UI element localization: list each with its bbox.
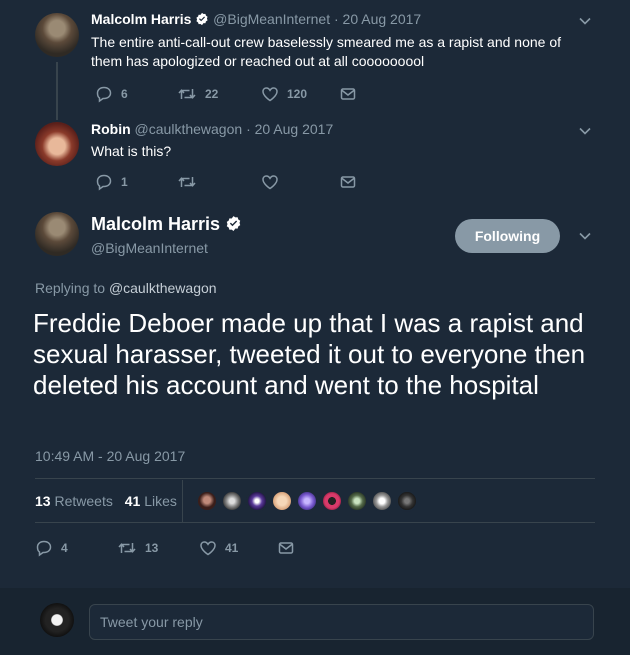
like-icon <box>199 539 217 557</box>
like-icon <box>261 173 279 191</box>
liker-avatar[interactable] <box>221 490 243 512</box>
chevron-down-icon[interactable] <box>578 124 592 143</box>
current-user-avatar[interactable] <box>40 603 74 637</box>
liker-avatar[interactable] <box>246 490 268 512</box>
author-name[interactable]: Malcolm Harris <box>91 11 191 27</box>
chevron-down-icon[interactable] <box>578 14 592 33</box>
reply-area <box>0 588 630 655</box>
main-tweet-header: Malcolm Harris <box>91 214 242 235</box>
liker-avatar[interactable] <box>396 490 418 512</box>
author-name[interactable]: Robin <box>91 121 131 137</box>
tweet-header: Malcolm Harris @BigMeanInternet · 20 Aug… <box>91 11 421 27</box>
reply-count: 6 <box>121 87 128 101</box>
retweet-button[interactable] <box>177 173 261 191</box>
likes-stat-count: 41 <box>124 493 141 509</box>
reply-count: 4 <box>61 541 68 555</box>
like-count: 41 <box>225 541 239 555</box>
liker-avatar[interactable] <box>346 490 368 512</box>
verified-icon <box>225 215 242 232</box>
avatar-robin[interactable] <box>35 122 79 166</box>
avatar-malcolm-harris[interactable] <box>35 13 79 57</box>
retweets-stat-label: Retweets <box>54 493 113 509</box>
retweets-stat-count: 13 <box>35 493 51 509</box>
liker-avatar[interactable] <box>296 490 318 512</box>
verified-icon <box>195 12 209 26</box>
stats-separator <box>182 480 183 522</box>
retweet-count: 13 <box>145 541 159 555</box>
likers-avatars <box>196 490 418 512</box>
reply-input[interactable] <box>89 604 594 640</box>
dm-icon <box>277 539 295 557</box>
thread-line <box>56 62 58 120</box>
reply-button[interactable]: 1 <box>95 173 177 191</box>
author-handle[interactable]: @BigMeanInternet <box>213 11 330 27</box>
tweet-date[interactable]: · 20 Aug 2017 <box>334 11 421 27</box>
tweet-stats: 13 Retweets 41 Likes <box>35 493 177 509</box>
dm-button[interactable] <box>339 173 357 191</box>
reply-count: 1 <box>121 175 128 189</box>
tweet-date[interactable]: · 20 Aug 2017 <box>246 121 333 137</box>
replying-to: Replying to @caulkthewagon <box>35 280 217 296</box>
replying-to-handle[interactable]: @caulkthewagon <box>109 280 217 296</box>
retweet-count: 22 <box>205 87 219 101</box>
retweet-button[interactable]: 22 <box>177 85 261 103</box>
tweet-actions: 1 <box>95 173 357 191</box>
tweet-text: The entire anti-call-out crew baselessly… <box>91 34 562 69</box>
liker-avatar[interactable] <box>321 490 343 512</box>
main-tweet-timestamp[interactable]: 10:49 AM - 20 Aug 2017 <box>35 448 185 464</box>
retweet-icon <box>177 85 197 103</box>
like-icon <box>261 85 279 103</box>
replying-to-prefix: Replying to <box>35 280 106 296</box>
dm-icon <box>339 173 357 191</box>
retweet-icon <box>177 173 197 191</box>
tweet-header: Robin @caulkthewagon · 20 Aug 2017 <box>91 121 333 137</box>
like-count: 120 <box>287 87 308 101</box>
divider <box>35 522 595 523</box>
liker-avatar[interactable] <box>271 490 293 512</box>
author-handle[interactable]: @caulkthewagon <box>135 121 243 137</box>
retweet-button[interactable]: 13 <box>117 539 199 557</box>
liker-avatar[interactable] <box>196 490 218 512</box>
reply-icon <box>95 173 113 191</box>
dm-button[interactable] <box>339 85 357 103</box>
retweet-icon <box>117 539 137 557</box>
reply-icon <box>35 539 53 557</box>
reply-button[interactable]: 4 <box>35 539 117 557</box>
main-tweet-actions: 4 13 41 <box>35 539 295 557</box>
following-button[interactable]: Following <box>455 219 560 253</box>
like-button[interactable]: 41 <box>199 539 277 557</box>
tweet-actions: 6 22 120 <box>95 85 357 103</box>
reply-icon <box>95 85 113 103</box>
like-button[interactable]: 120 <box>261 85 339 103</box>
author-name[interactable]: Malcolm Harris <box>91 214 220 234</box>
dm-icon <box>339 85 357 103</box>
tweet-text: What is this? <box>91 143 172 159</box>
main-tweet-text: Freddie Deboer made up that I was a rapi… <box>33 308 586 400</box>
dm-button[interactable] <box>277 539 295 557</box>
likes-stat-label: Likes <box>144 493 177 509</box>
chevron-down-icon[interactable] <box>578 229 592 248</box>
author-handle[interactable]: @BigMeanInternet <box>91 240 208 256</box>
likes-stat[interactable]: 41 Likes <box>125 493 177 509</box>
avatar-malcolm-harris[interactable] <box>35 212 79 256</box>
reply-button[interactable]: 6 <box>95 85 177 103</box>
retweets-stat[interactable]: 13 Retweets <box>35 493 117 509</box>
liker-avatar[interactable] <box>371 490 393 512</box>
divider <box>35 478 595 479</box>
like-button[interactable] <box>261 173 339 191</box>
